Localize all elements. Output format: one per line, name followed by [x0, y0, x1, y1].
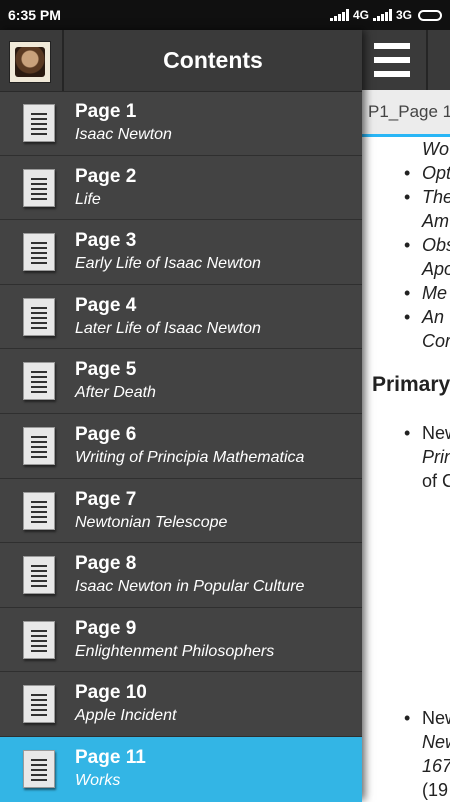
contents-item-page-4[interactable]: Page 4 Later Life of Isaac Newton [0, 285, 362, 350]
document-icon [23, 104, 55, 142]
navigation-drawer: Contents Page 1 Isaac Newton Page 2 Life Pag… [0, 30, 362, 802]
item-text: Page 2 Life [75, 166, 136, 210]
status-time: 6:35 PM [8, 7, 61, 23]
tab-label: P1_Page 1 [368, 102, 450, 121]
item-text: Page 8 Isaac Newton in Popular Culture [75, 553, 304, 597]
doc-line: Prin [422, 447, 450, 467]
document-icon [23, 491, 55, 530]
signal-icon-2 [372, 9, 392, 21]
document-icon [23, 362, 55, 401]
contents-item-page-6[interactable]: Page 6 Writing of Principia Mathematica [0, 414, 362, 479]
doc-line: An [404, 307, 444, 328]
item-subtitle: Apple Incident [75, 707, 177, 725]
item-subtitle: After Death [75, 384, 156, 402]
contents-item-page-1[interactable]: Page 1 Isaac Newton [0, 91, 362, 156]
doc-line: 167 [422, 756, 450, 776]
document-icon [23, 168, 55, 207]
item-text: Page 5 After Death [75, 359, 156, 403]
contents-item-page-5[interactable]: Page 5 After Death [0, 349, 362, 414]
contents-item-page-11[interactable]: Page 11 Works [0, 736, 362, 802]
doc-line: of C [422, 471, 450, 491]
document-icon [23, 556, 55, 595]
item-text: Page 9 Enlightenment Philosophers [75, 618, 274, 662]
menu-icon[interactable] [374, 43, 410, 77]
doc-line: Am [422, 211, 449, 231]
item-title: Page 4 [75, 294, 137, 316]
doc-line: Me [404, 283, 447, 304]
item-subtitle: Enlightenment Philosophers [75, 642, 275, 660]
doc-line: Cor [422, 331, 450, 351]
item-subtitle: Early Life of Isaac Newton [75, 255, 261, 273]
doc-line: New [422, 732, 450, 752]
item-title: Page 1 [75, 101, 137, 122]
item-text: Page 3 Early Life of Isaac Newton [75, 230, 261, 274]
item-subtitle: Isaac Newton in Popular Culture [75, 578, 305, 596]
item-text: Page 4 Later Life of Isaac Newton [75, 295, 261, 339]
item-text: Page 10 Apple Incident [75, 682, 176, 726]
item-subtitle: Life [75, 190, 101, 208]
item-title: Page 5 [75, 359, 137, 381]
document-icon [23, 749, 55, 788]
document-icon [23, 233, 55, 272]
item-text: Page 6 Writing of Principia Mathematica [75, 424, 304, 468]
item-title: Page 7 [75, 488, 137, 510]
item-subtitle: Works [75, 771, 121, 789]
item-subtitle: Newtonian Telescope [75, 513, 228, 531]
item-text: Page 11 Works [75, 747, 146, 791]
section-heading: Primary [372, 373, 450, 396]
document-icon [23, 426, 55, 465]
doc-line: Opt [404, 163, 450, 184]
status-icons: 4G 3G [329, 8, 442, 22]
item-title: Page 9 [75, 617, 137, 639]
item-subtitle: Later Life of Isaac Newton [75, 319, 261, 337]
network-label-2: 3G [395, 8, 412, 22]
item-title: Page 10 [75, 682, 147, 704]
signal-icon [329, 9, 349, 21]
newton-portrait-icon [9, 41, 51, 83]
doc-line: The [404, 187, 450, 208]
doc-line: New [404, 423, 450, 444]
doc-line: Obs [404, 235, 450, 256]
item-title: Page 2 [75, 165, 137, 187]
doc-line: New [404, 708, 450, 729]
tab-page-1[interactable]: P1_Page 1 [362, 90, 450, 137]
item-subtitle: Writing of Principia Mathematica [75, 448, 305, 466]
item-subtitle: Isaac Newton [75, 126, 172, 143]
document-icon [23, 685, 55, 724]
doc-line: (19 [422, 780, 449, 800]
contents-item-page-9[interactable]: Page 9 Enlightenment Philosophers [0, 608, 362, 673]
item-title: Page 3 [75, 230, 137, 252]
document-icon [23, 297, 55, 336]
drawer-header: Contents [0, 30, 362, 92]
item-title: Page 6 [75, 423, 137, 445]
toolbar-divider [426, 30, 428, 90]
status-bar: 6:35 PM 4G 3G [0, 0, 450, 30]
battery-icon [418, 9, 442, 21]
content-toolbar [362, 30, 450, 90]
contents-item-page-3[interactable]: Page 3 Early Life of Isaac Newton [0, 220, 362, 285]
contents-item-page-10[interactable]: Page 10 Apple Incident [0, 672, 362, 737]
contents-list: Page 1 Isaac Newton Page 2 Life Page 3 Early … [0, 91, 362, 802]
item-title: Page 11 [75, 746, 146, 768]
contents-item-page-2[interactable]: Page 2 Life [0, 156, 362, 221]
item-text: Page 1 Isaac Newton [75, 101, 172, 145]
document-icon [23, 620, 55, 659]
network-label-1: 4G [352, 8, 369, 22]
doc-line: Apo [422, 259, 450, 279]
item-text: Page 7 Newtonian Telescope [75, 489, 227, 533]
doc-line: Wo [422, 139, 449, 159]
contents-item-page-7[interactable]: Page 7 Newtonian Telescope [0, 479, 362, 544]
content-panel: P1_Page 1 Wo Opt The Am Obs Apo Me An Co… [362, 30, 450, 800]
item-title: Page 8 [75, 553, 137, 575]
contents-item-page-8[interactable]: Page 8 Isaac Newton in Popular Culture [0, 543, 362, 608]
drawer-title: Contents [163, 47, 263, 73]
